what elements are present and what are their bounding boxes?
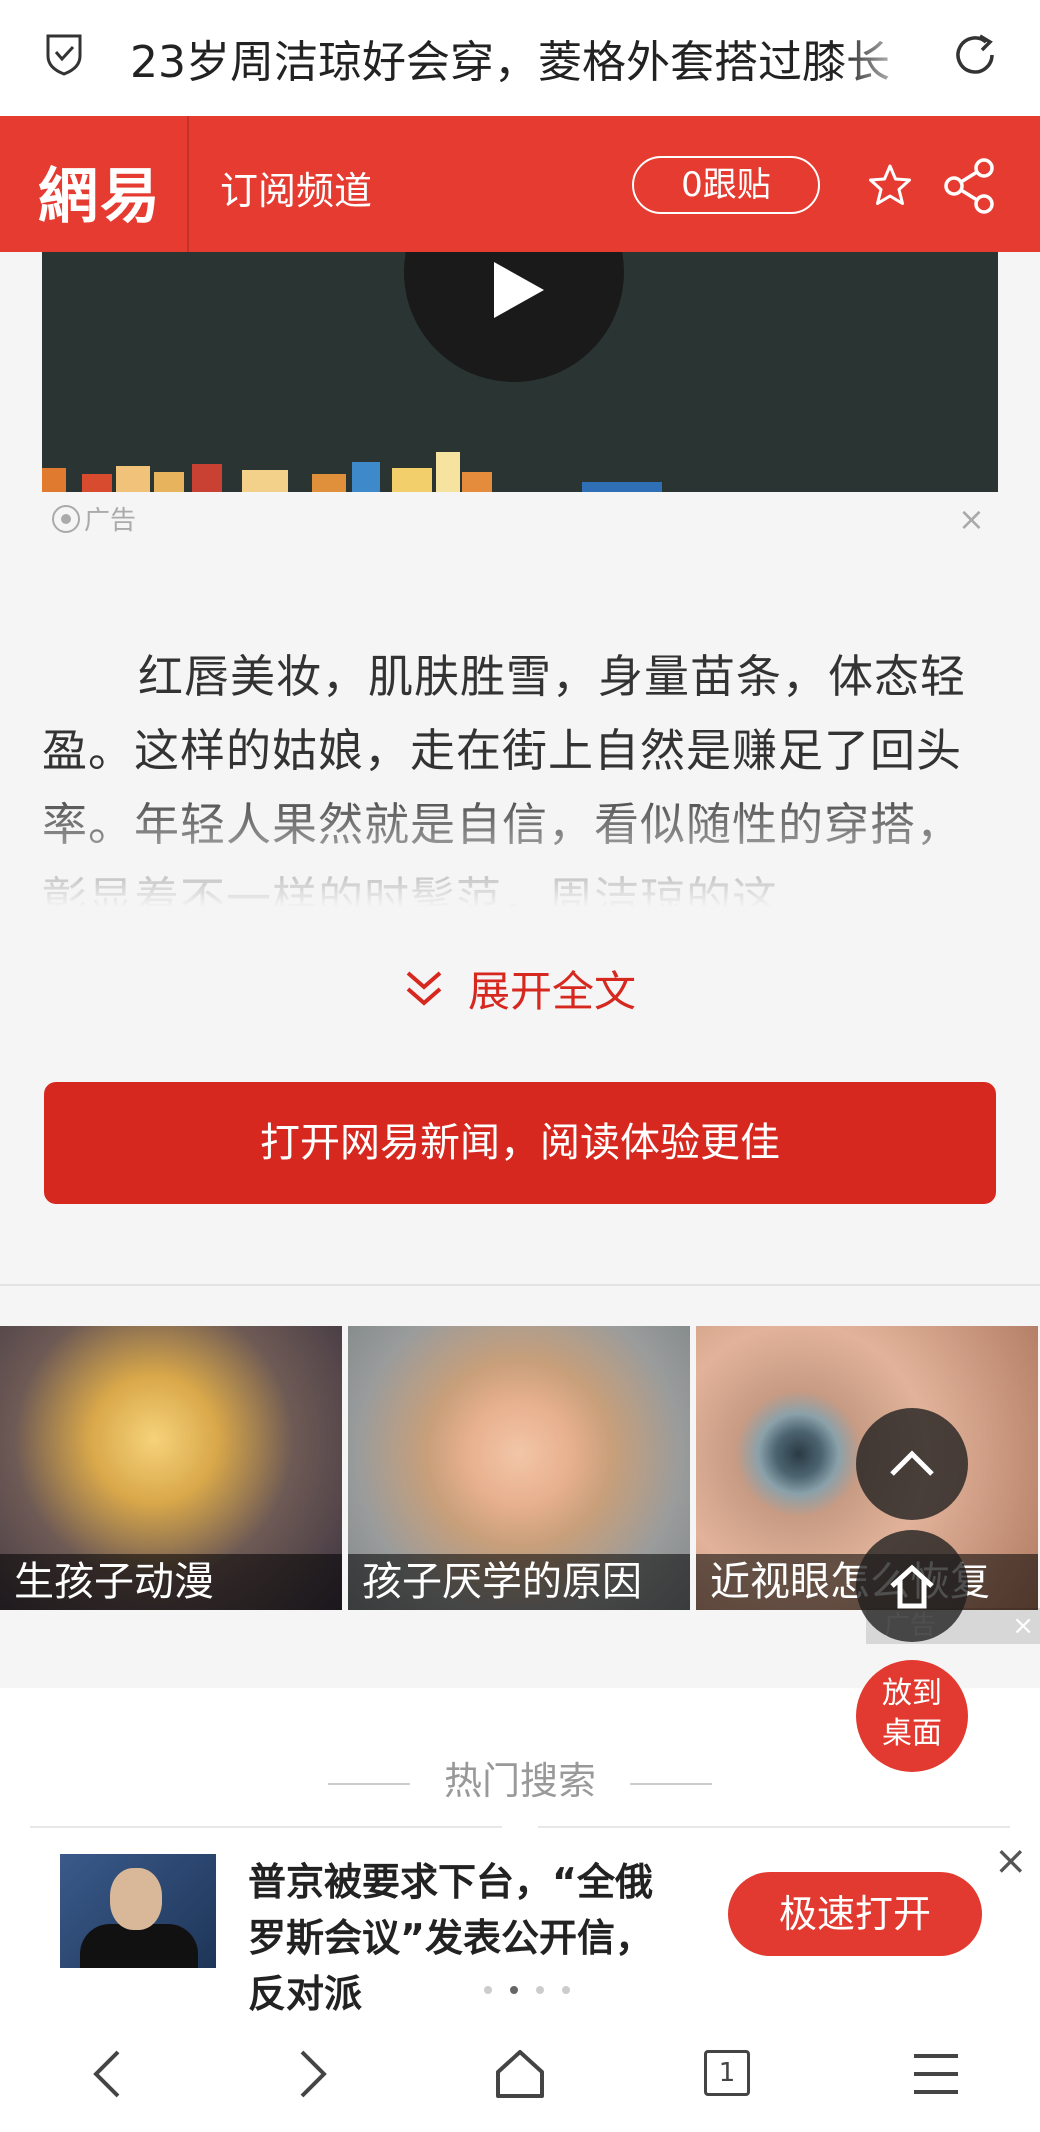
carousel-dots [484, 1986, 570, 1994]
tile-anime[interactable]: 生孩子动漫 [0, 1326, 342, 1610]
share-icon[interactable] [940, 156, 1000, 216]
tile-caption: 孩子厌学的原因 [348, 1554, 690, 1610]
page-title[interactable]: 23岁周洁琼好会穿，菱格外套搭过膝长 [130, 26, 920, 90]
expand-label: 展开全文 [468, 967, 637, 1016]
header-divider [187, 116, 189, 252]
reload-icon[interactable] [950, 30, 1000, 80]
browser-top-bar: 23岁周洁琼好会穿，菱格外套搭过膝长 [0, 0, 1040, 116]
tile-ad-close-button[interactable]: × [1012, 1608, 1034, 1644]
forward-icon[interactable] [290, 2046, 336, 2102]
tile-child[interactable]: 孩子厌学的原因 [348, 1326, 690, 1610]
browser-bottom-nav: 1 [0, 2016, 1040, 2132]
chevron-up-icon [890, 1450, 934, 1476]
home-icon[interactable] [492, 2046, 548, 2102]
netease-logo[interactable]: 網易 [38, 148, 162, 235]
site-header: 網易 订阅频道 0跟贴 [0, 116, 1040, 252]
shield-check-icon[interactable] [44, 32, 84, 76]
home-float-button[interactable] [856, 1530, 968, 1642]
add-to-desktop-button[interactable]: 放到 桌面 [856, 1660, 968, 1772]
back-icon[interactable] [84, 2046, 130, 2102]
banner-close-button[interactable]: × [994, 1838, 1028, 1884]
star-icon[interactable] [866, 162, 914, 210]
ad-label: 广告 [52, 500, 136, 537]
ad-decoration [42, 452, 998, 492]
quick-open-button[interactable]: 极速打开 [728, 1872, 982, 1956]
page: 23岁周洁琼好会穿，菱格外套搭过膝长 網易 订阅频道 0跟贴 广告 × 红唇美妆… [0, 0, 1040, 2132]
tabs-button[interactable]: 1 [704, 2050, 750, 2096]
home-icon [890, 1564, 934, 1609]
section-divider [0, 1284, 1040, 1286]
scroll-top-button[interactable] [856, 1408, 968, 1520]
tile-caption: 生孩子动漫 [0, 1554, 342, 1610]
menu-icon[interactable] [910, 2046, 962, 2102]
ad-icon [52, 504, 80, 533]
banner-thumbnail [60, 1854, 216, 1968]
comments-button[interactable]: 0跟贴 [632, 156, 820, 214]
ad-video[interactable] [42, 252, 998, 492]
open-app-button[interactable]: 打开网易新闻，阅读体验更佳 [44, 1082, 996, 1204]
subscribe-channel-link[interactable]: 订阅频道 [220, 160, 372, 215]
news-banner[interactable]: 普京被要求下台，“全俄罗斯会议”发表公开信，反对派 极速打开 × [0, 1830, 1040, 2016]
double-chevron-down-icon [406, 970, 442, 1006]
play-icon[interactable] [494, 262, 544, 318]
banner-headline[interactable]: 普京被要求下台，“全俄罗斯会议”发表公开信，反对派 [248, 1854, 684, 2022]
article-fade [0, 780, 1040, 930]
expand-article-button[interactable]: 展开全文 [404, 958, 636, 1019]
ad-close-button[interactable]: × [958, 500, 985, 538]
